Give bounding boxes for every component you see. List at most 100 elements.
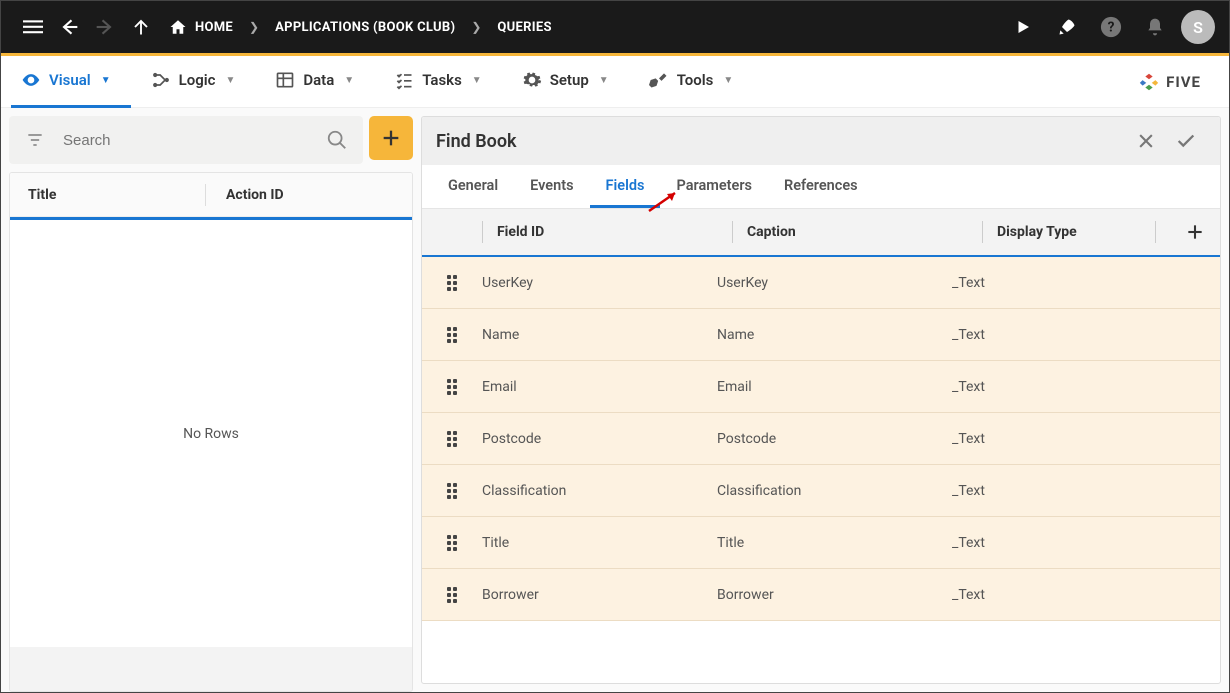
breadcrumb-label: HOME bbox=[195, 20, 233, 35]
breadcrumb-home[interactable]: HOME bbox=[159, 18, 243, 36]
drag-handle-icon[interactable] bbox=[422, 535, 482, 551]
add-row-icon[interactable] bbox=[1170, 222, 1220, 242]
tabs: General Events Fields Parameters Referen… bbox=[422, 165, 1220, 209]
cell-field-id: Classification bbox=[482, 483, 717, 499]
table-row[interactable]: Email Email _Text bbox=[422, 361, 1220, 413]
drag-handle-icon[interactable] bbox=[422, 327, 482, 343]
topbar: HOME ❯ APPLICATIONS (BOOK CLUB) ❯ QUERIE… bbox=[1, 1, 1229, 53]
search-input[interactable] bbox=[55, 132, 317, 149]
cell-field-id: Title bbox=[482, 535, 717, 551]
left-panel: Title Action ID No Rows bbox=[1, 108, 413, 692]
no-rows-text: No Rows bbox=[10, 220, 412, 647]
column-header-caption[interactable]: Caption bbox=[747, 224, 982, 240]
breadcrumb-applications[interactable]: APPLICATIONS (BOOK CLUB) bbox=[265, 20, 465, 35]
tab-general[interactable]: General bbox=[432, 165, 514, 208]
menu-data[interactable]: Data ▼ bbox=[265, 56, 374, 108]
cell-field-id: Postcode bbox=[482, 431, 717, 447]
table-row[interactable]: Classification Classification _Text bbox=[422, 465, 1220, 517]
cell-caption: UserKey bbox=[717, 275, 952, 291]
play-icon[interactable] bbox=[1005, 9, 1041, 45]
avatar[interactable]: S bbox=[1181, 10, 1215, 44]
back-icon[interactable] bbox=[51, 9, 87, 45]
cell-caption: Title bbox=[717, 535, 952, 551]
tab-parameters[interactable]: Parameters bbox=[660, 165, 768, 208]
table-row[interactable]: Title Title _Text bbox=[422, 517, 1220, 569]
menu-label: Tools bbox=[677, 71, 714, 89]
chevron-right-icon: ❯ bbox=[465, 20, 487, 34]
cell-display-type: _Text bbox=[952, 379, 1170, 395]
menu-label: Data bbox=[303, 71, 334, 89]
menu-setup[interactable]: Setup ▼ bbox=[512, 56, 629, 108]
forward-icon bbox=[87, 9, 123, 45]
confirm-icon[interactable] bbox=[1166, 121, 1206, 161]
cell-display-type: _Text bbox=[952, 327, 1170, 343]
breadcrumb-label: APPLICATIONS (BOOK CLUB) bbox=[275, 20, 455, 35]
cell-caption: Borrower bbox=[717, 587, 952, 603]
grid-body: UserKey UserKey _Text Name Name _Text Em… bbox=[422, 257, 1220, 621]
menu-label: Setup bbox=[550, 71, 589, 89]
menu-label: Visual bbox=[49, 71, 91, 89]
svg-text:?: ? bbox=[1108, 20, 1115, 36]
left-grid-footer bbox=[10, 647, 412, 691]
cell-caption: Email bbox=[717, 379, 952, 395]
cell-display-type: _Text bbox=[952, 275, 1170, 291]
menubar: Visual ▼ Logic ▼ Data ▼ Tasks ▼ Setup ▼ … bbox=[1, 56, 1229, 108]
close-icon[interactable] bbox=[1126, 121, 1166, 161]
menu-tools[interactable]: Tools ▼ bbox=[639, 56, 754, 108]
cell-caption: Classification bbox=[717, 483, 952, 499]
left-grid: Title Action ID No Rows bbox=[9, 172, 413, 692]
tab-label: Parameters bbox=[676, 177, 752, 194]
avatar-initial: S bbox=[1193, 18, 1203, 37]
help-icon[interactable]: ? bbox=[1093, 9, 1129, 45]
drag-handle-icon[interactable] bbox=[422, 483, 482, 499]
column-header-display-type[interactable]: Display Type bbox=[997, 224, 1155, 240]
cell-caption: Postcode bbox=[717, 431, 952, 447]
drag-handle-icon[interactable] bbox=[422, 275, 482, 291]
right-panel: Find Book General Events Fields Paramete… bbox=[421, 116, 1221, 684]
tab-events[interactable]: Events bbox=[514, 165, 589, 208]
menu-label: Logic bbox=[179, 71, 216, 89]
tab-label: Fields bbox=[606, 177, 645, 194]
tab-label: Events bbox=[530, 177, 573, 194]
filter-icon[interactable] bbox=[15, 120, 55, 160]
up-icon[interactable] bbox=[123, 9, 159, 45]
column-header-title[interactable]: Title bbox=[10, 187, 205, 203]
menu-label: Tasks bbox=[422, 71, 462, 89]
menu-logic[interactable]: Logic ▼ bbox=[141, 56, 256, 108]
bell-icon[interactable] bbox=[1137, 9, 1173, 45]
tab-references[interactable]: References bbox=[768, 165, 874, 208]
drag-handle-icon[interactable] bbox=[422, 379, 482, 395]
tab-fields[interactable]: Fields bbox=[590, 165, 661, 208]
cell-field-id: Email bbox=[482, 379, 717, 395]
add-button[interactable] bbox=[369, 116, 413, 160]
brand-logo: FIVE bbox=[1138, 71, 1201, 93]
menu-tasks[interactable]: Tasks ▼ bbox=[384, 56, 502, 108]
cell-field-id: Name bbox=[482, 327, 717, 343]
tab-label: References bbox=[784, 177, 858, 194]
grid-header: Field ID Caption Display Type bbox=[422, 209, 1220, 257]
chevron-down-icon: ▼ bbox=[599, 75, 609, 86]
table-row[interactable]: Postcode Postcode _Text bbox=[422, 413, 1220, 465]
chevron-down-icon: ▼ bbox=[472, 75, 482, 86]
tab-label: General bbox=[448, 177, 498, 194]
page-title: Find Book bbox=[436, 131, 517, 152]
chevron-down-icon: ▼ bbox=[225, 75, 235, 86]
table-row[interactable]: Borrower Borrower _Text bbox=[422, 569, 1220, 621]
hamburger-icon[interactable] bbox=[15, 9, 51, 45]
table-row[interactable]: UserKey UserKey _Text bbox=[422, 257, 1220, 309]
deploy-icon[interactable] bbox=[1049, 9, 1085, 45]
cell-display-type: _Text bbox=[952, 535, 1170, 551]
drag-handle-icon[interactable] bbox=[422, 587, 482, 603]
drag-handle-icon[interactable] bbox=[422, 431, 482, 447]
column-header-action-id[interactable]: Action ID bbox=[206, 187, 284, 203]
table-row[interactable]: Name Name _Text bbox=[422, 309, 1220, 361]
cell-display-type: _Text bbox=[952, 431, 1170, 447]
menu-visual[interactable]: Visual ▼ bbox=[11, 56, 131, 108]
cell-display-type: _Text bbox=[952, 483, 1170, 499]
search-icon[interactable] bbox=[317, 120, 357, 160]
cell-field-id: UserKey bbox=[482, 275, 717, 291]
breadcrumb-queries[interactable]: QUERIES bbox=[487, 20, 561, 35]
cell-display-type: _Text bbox=[952, 587, 1170, 603]
column-header-field-id[interactable]: Field ID bbox=[497, 224, 732, 240]
chevron-down-icon: ▼ bbox=[344, 75, 354, 86]
